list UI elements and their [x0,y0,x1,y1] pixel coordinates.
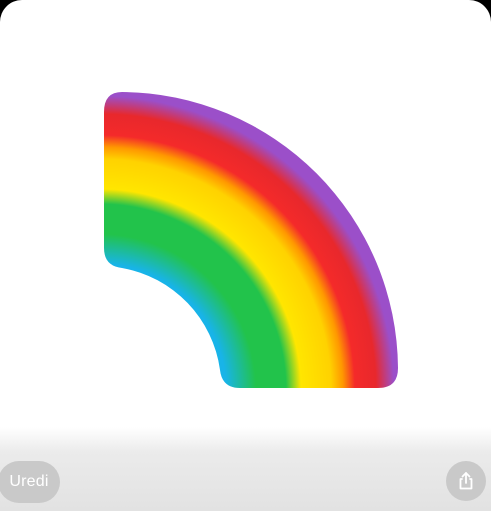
edit-button-label: Uredi [9,473,49,490]
rainbow-image [104,92,398,388]
rainbow-arc [104,92,398,388]
share-icon [459,472,473,490]
toolbar-background [0,427,491,511]
edit-button[interactable]: Uredi [0,461,60,503]
share-button[interactable] [446,461,486,501]
preview-sheet: Uredi [0,0,491,511]
